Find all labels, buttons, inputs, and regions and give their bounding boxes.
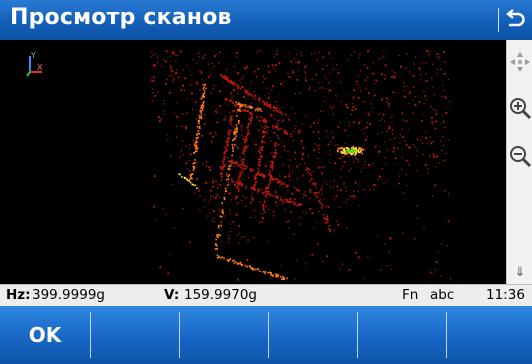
softkey-6[interactable] [447,306,532,364]
title-bar: Просмотр сканов [0,0,532,40]
hz-label: Hz: [6,287,31,303]
clock: 11:36 [486,287,525,303]
zoom-in-icon[interactable] [508,96,532,120]
v-value: 159.9970g [184,287,257,303]
softkey-3[interactable] [180,306,268,364]
scan-viewport[interactable]: Y X [0,40,506,284]
view-tools-sidebar: ⇓ [506,40,532,284]
window-title: Просмотр сканов [10,5,232,30]
hz-value: 399.9999g [32,287,105,303]
ok-softkey[interactable]: OK [0,306,90,364]
point-cloud[interactable] [0,40,506,284]
softkey-5[interactable] [358,306,446,364]
return-arrow-icon [506,9,525,27]
double-chevron-down-icon[interactable]: ⇓ [507,266,532,280]
zoom-out-icon[interactable] [508,144,532,168]
softkey-2[interactable] [91,306,179,364]
softkey-4[interactable] [269,306,357,364]
v-label: V: [164,287,180,303]
axis-label-x: X [37,63,43,72]
fn-indicator: Fn [402,287,419,303]
title-separator [498,8,499,32]
back-button[interactable] [498,0,532,40]
pan-arrows-icon[interactable] [508,50,532,74]
xyz-axis-icon: Y X [26,51,43,77]
input-mode-indicator: abc [430,287,455,303]
status-bar: Hz: 399.9999g V: 159.9970g Fn abc 11:36 [0,284,532,306]
axis-label-y: Y [30,51,36,60]
softkey-bar: OK [0,306,532,364]
